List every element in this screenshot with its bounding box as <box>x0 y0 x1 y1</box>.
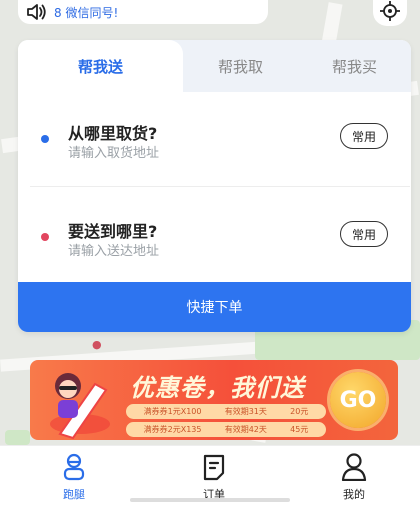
locate-button[interactable] <box>373 0 407 26</box>
map-poi-marker: ● <box>92 338 102 351</box>
home-indicator <box>130 498 290 502</box>
coupon-validity: 有效期42天 <box>224 425 267 434</box>
promo-banner[interactable]: 优惠卷，我们送 满券券1元X100 有效期31天 20元 满券券2元X135 有… <box>30 360 398 440</box>
pickup-frequent-button[interactable]: 常用 <box>340 123 388 149</box>
delivery-frequent-button[interactable]: 常用 <box>340 221 388 247</box>
coupon-desc: 满券券2元X135 <box>143 425 202 434</box>
locate-icon <box>379 0 401 26</box>
coupon-value: 20元 <box>290 407 309 416</box>
map-park <box>5 430 30 445</box>
errand-icon <box>59 452 89 482</box>
tab-pick-up[interactable]: 帮我取 <box>183 40 298 92</box>
banner-headline: 优惠卷，我们送 <box>130 374 305 402</box>
service-tabs: 帮我取 帮我买 帮我送 <box>18 40 411 92</box>
speaker-icon <box>22 1 50 23</box>
coupon-line: 满券券1元X100 有效期31天 20元 <box>126 404 326 419</box>
tab-send[interactable]: 帮我送 <box>18 40 183 92</box>
delivery-placeholder: 请输入送达地址 <box>68 244 160 259</box>
coupon-value: 45元 <box>290 425 309 434</box>
nav-item-errand[interactable]: 跑腿 <box>4 446 144 508</box>
pickup-placeholder: 请输入取货地址 <box>68 146 160 161</box>
notice-bar[interactable]: 8 微信同号! <box>18 0 268 24</box>
quick-order-button[interactable]: 快捷下单 <box>18 282 411 332</box>
go-button[interactable]: GO <box>330 372 386 428</box>
notice-text: 8 微信同号! <box>54 5 119 20</box>
nav-label: 跑腿 <box>63 488 85 501</box>
tab-buy[interactable]: 帮我买 <box>298 40 411 92</box>
order-icon <box>199 452 229 482</box>
coupon-line: 满券券2元X135 有效期42天 45元 <box>126 422 326 437</box>
coupon-desc: 满券券1元X100 <box>143 407 202 416</box>
nav-item-profile[interactable]: 我的 <box>284 446 420 508</box>
mascot-image <box>50 373 110 440</box>
profile-icon <box>339 452 369 482</box>
delivery-dot <box>41 233 49 241</box>
pickup-title: 从哪里取货? <box>68 124 158 143</box>
delivery-address-row[interactable]: 要送到哪里? 请输入送达地址 常用 <box>18 200 411 286</box>
delivery-title: 要送到哪里? <box>68 222 158 241</box>
coupon-validity: 有效期31天 <box>224 407 267 416</box>
nav-label: 我的 <box>343 488 365 501</box>
order-card: 帮我取 帮我买 帮我送 从哪里取货? 请输入取货地址 常用 要送到哪里? 请输入… <box>18 40 411 332</box>
pickup-address-row[interactable]: 从哪里取货? 请输入取货地址 常用 <box>18 102 411 188</box>
pickup-dot <box>41 135 49 143</box>
divider <box>30 186 410 187</box>
